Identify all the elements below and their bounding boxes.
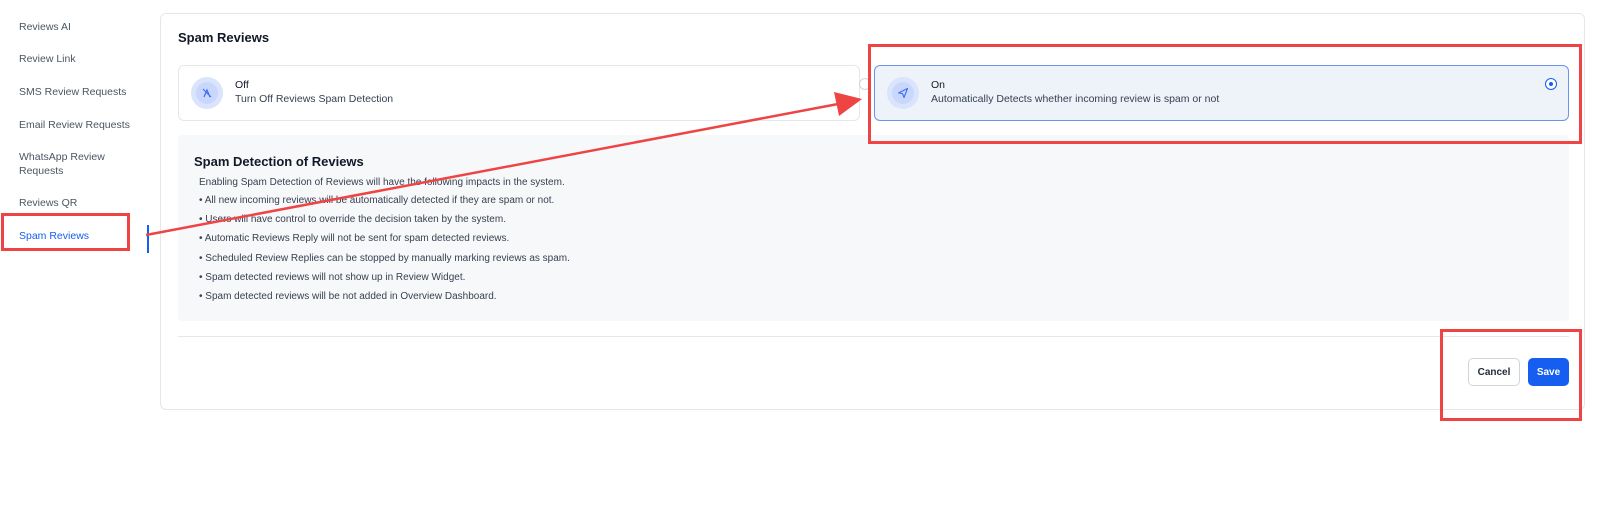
page: Reviews AI Review Link SMS Review Reques… [0,0,1600,506]
annotation-arrow [145,92,862,237]
